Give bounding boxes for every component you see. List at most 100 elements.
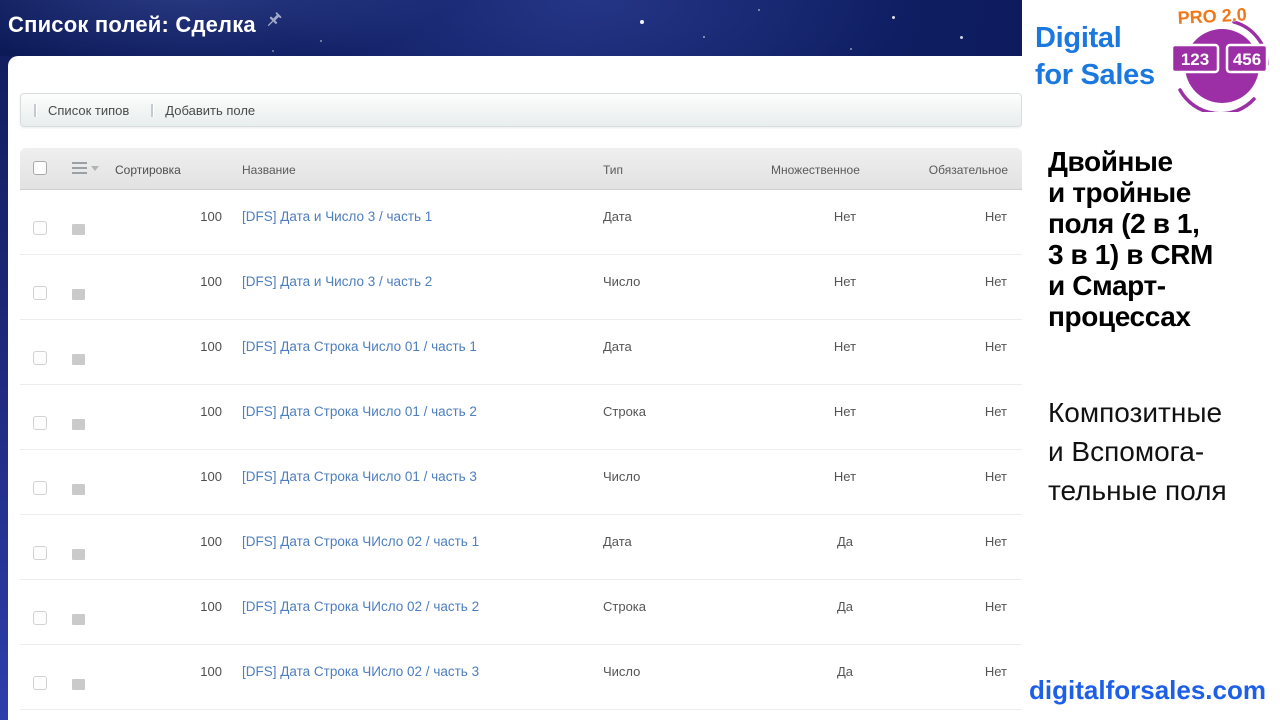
row-checkbox-cell [20, 515, 60, 579]
row-checkbox-cell [20, 255, 60, 319]
sort-value: 100 [100, 190, 225, 254]
table-row: 100 [DFS] Дата и Число 3 / часть 2 Число… [20, 255, 1022, 320]
pro-badge: 123 456 PRO 2.0 [1162, 0, 1277, 112]
star [892, 16, 895, 19]
table-body: 100 [DFS] Дата и Число 3 / часть 1 Дата … [20, 190, 1022, 710]
header-checkbox-cell [20, 148, 60, 189]
field-type: Дата [595, 320, 765, 384]
brand-logo: Digital for Sales [1035, 20, 1155, 94]
field-required: Нет [925, 580, 1022, 644]
select-all-checkbox[interactable] [33, 161, 47, 175]
row-icon-cell [60, 320, 100, 384]
grid-settings-icon[interactable] [72, 162, 98, 174]
badge-number-456: 456 [1233, 50, 1261, 69]
promo-subheading: Композитныеи Вспомога-тельные поля [1048, 393, 1227, 510]
fields-table: Сортировка Название Тип Множественное Об… [20, 148, 1022, 720]
brand-logo-line2: for Sales [1035, 59, 1155, 91]
field-square-icon [72, 484, 85, 495]
field-required: Нет [925, 645, 1022, 709]
field-multiple: Нет [765, 320, 925, 384]
row-icon-cell [60, 450, 100, 514]
toolbar-separator [34, 104, 36, 117]
field-required: Нет [925, 450, 1022, 514]
chevron-down-icon [91, 166, 99, 175]
pin-icon[interactable] [262, 10, 284, 32]
app: Список полей: Сделка [0, 0, 1280, 720]
brand-logo-line1: Digital [1035, 22, 1122, 54]
field-square-icon [72, 224, 85, 235]
field-type: Число [595, 645, 765, 709]
field-name-link[interactable]: [DFS] Дата Строка ЧИсло 02 / часть 3 [242, 664, 479, 679]
sort-value: 100 [100, 645, 225, 709]
row-checkbox[interactable] [33, 676, 47, 690]
row-checkbox[interactable] [33, 286, 47, 300]
row-icon-cell [60, 385, 100, 449]
table-row: 100 [DFS] Дата Строка ЧИсло 02 / часть 1… [20, 515, 1022, 580]
row-checkbox-cell [20, 320, 60, 384]
column-header-multiple[interactable]: Множественное [765, 148, 925, 189]
row-checkbox[interactable] [33, 351, 47, 365]
field-square-icon [72, 679, 85, 690]
table-header: Сортировка Название Тип Множественное Об… [20, 148, 1022, 190]
field-multiple: Нет [765, 255, 925, 319]
row-checkbox-cell [20, 385, 60, 449]
field-square-icon [72, 549, 85, 560]
field-type: Число [595, 255, 765, 319]
website-link[interactable]: digitalforsales.com [1029, 675, 1266, 706]
row-checkbox[interactable] [33, 221, 47, 235]
badge-pro-label: PRO 2.0 [1177, 4, 1247, 28]
field-name-link[interactable]: [DFS] Дата и Число 3 / часть 2 [242, 274, 432, 289]
row-checkbox[interactable] [33, 546, 47, 560]
row-checkbox[interactable] [33, 481, 47, 495]
table-row: 100 [DFS] Дата Строка ЧИсло 02 / часть 3… [20, 645, 1022, 710]
toolbar: Список типов Добавить поле [20, 93, 1022, 127]
field-type: Дата [595, 190, 765, 254]
row-icon-cell [60, 255, 100, 319]
column-header-name[interactable]: Название [225, 148, 595, 189]
field-required: Нет [925, 190, 1022, 254]
table-row: 100 [DFS] Дата Строка Число 01 / часть 3… [20, 450, 1022, 515]
star [960, 36, 963, 39]
row-checkbox[interactable] [33, 611, 47, 625]
field-multiple: Да [765, 515, 925, 579]
row-icon-cell [60, 580, 100, 644]
field-multiple: Да [765, 645, 925, 709]
column-header-sort[interactable]: Сортировка [100, 148, 225, 189]
field-multiple: Нет [765, 450, 925, 514]
field-type: Число [595, 450, 765, 514]
column-header-type[interactable]: Тип [595, 148, 765, 189]
table-row: 100 [DFS] Дата и Число 3 / часть 1 Дата … [20, 190, 1022, 255]
main-area: Список полей: Сделка [0, 0, 1022, 720]
field-required: Нет [925, 385, 1022, 449]
field-name-link[interactable]: [DFS] Дата Строка ЧИсло 02 / часть 2 [242, 599, 479, 614]
badge-number-123: 123 [1181, 50, 1209, 69]
table-row: 100 [DFS] Дата Строка Число 01 / часть 2… [20, 385, 1022, 450]
star [640, 20, 644, 24]
star [703, 36, 705, 38]
field-name-link[interactable]: [DFS] Дата Строка ЧИсло 02 / часть 1 [242, 534, 479, 549]
sidebar: Digital for Sales 123 456 PRO 2.0 Двойны… [1022, 0, 1280, 720]
hamburger-icon [72, 162, 87, 164]
field-required: Нет [925, 255, 1022, 319]
column-header-required[interactable]: Обязательное [925, 148, 1022, 189]
star [758, 9, 760, 11]
sort-value: 100 [100, 450, 225, 514]
field-square-icon [72, 419, 85, 430]
page-title: Список полей: Сделка [8, 12, 256, 38]
promo-heading: Двойныеи тройныеполя (2 в 1,3 в 1) в CRM… [1048, 146, 1213, 332]
star [850, 48, 852, 50]
row-checkbox-cell [20, 580, 60, 644]
sort-value: 100 [100, 320, 225, 384]
list-types-button[interactable]: Список типов [46, 103, 143, 118]
toolbar-separator [151, 104, 153, 117]
row-checkbox-cell [20, 190, 60, 254]
field-multiple: Нет [765, 385, 925, 449]
field-name-link[interactable]: [DFS] Дата Строка Число 01 / часть 3 [242, 469, 477, 484]
field-multiple: Да [765, 580, 925, 644]
row-checkbox-cell [20, 450, 60, 514]
field-name-link[interactable]: [DFS] Дата Строка Число 01 / часть 1 [242, 339, 477, 354]
add-field-button[interactable]: Добавить поле [163, 103, 269, 118]
field-name-link[interactable]: [DFS] Дата и Число 3 / часть 1 [242, 209, 432, 224]
field-name-link[interactable]: [DFS] Дата Строка Число 01 / часть 2 [242, 404, 477, 419]
row-checkbox[interactable] [33, 416, 47, 430]
